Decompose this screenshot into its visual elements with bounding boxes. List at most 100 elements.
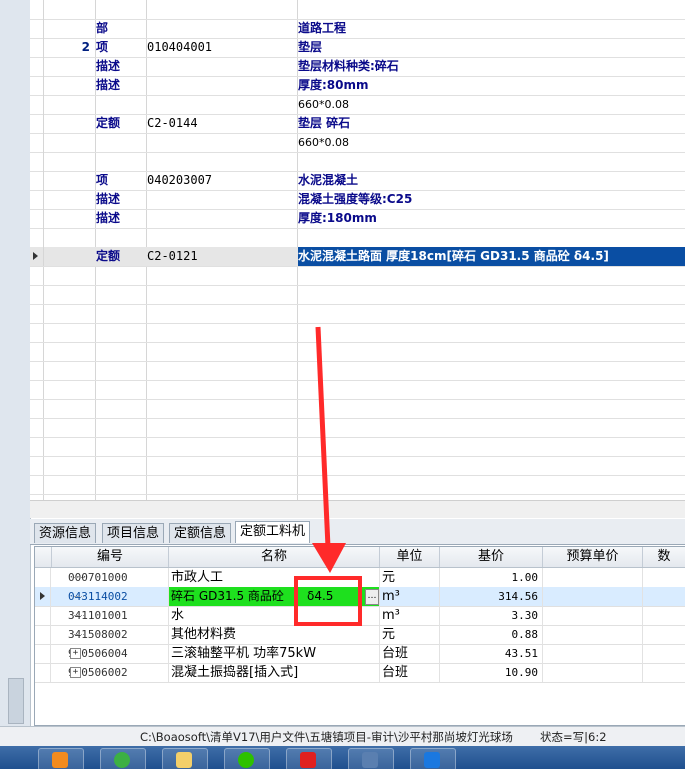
row-selector[interactable] — [30, 247, 44, 266]
material-code[interactable]: 000701000 — [52, 568, 169, 587]
row-selector[interactable] — [35, 625, 51, 644]
header-base-price[interactable]: 基价 — [440, 547, 543, 567]
material-name[interactable]: 其他材料费 — [169, 625, 380, 644]
row-name[interactable]: 厚度:180mm — [298, 209, 685, 228]
row-name[interactable]: 道路工程 — [298, 19, 685, 38]
row-selector[interactable] — [35, 644, 51, 663]
row-number[interactable] — [44, 133, 94, 152]
row-name[interactable]: 水泥混凝土 — [298, 171, 685, 190]
row-type[interactable]: 描述 — [96, 209, 146, 228]
bill-row[interactable]: 描述 垫层材料种类:碎石 — [30, 57, 685, 77]
row-selector[interactable] — [30, 152, 44, 171]
media-player-icon[interactable] — [38, 748, 84, 771]
bill-row[interactable]: 定额 C2-0144 垫层 碎石 — [30, 114, 685, 134]
bill-row[interactable]: 660*0.08 — [30, 95, 685, 115]
row-code[interactable] — [147, 57, 297, 76]
material-quantity[interactable] — [643, 587, 685, 606]
row-name[interactable]: 垫层 碎石 — [298, 114, 685, 133]
wechat-icon[interactable] — [224, 748, 270, 771]
row-type[interactable]: 描述 — [96, 190, 146, 209]
row-selector[interactable] — [35, 568, 51, 587]
header-budget-price[interactable]: 预算单价 — [543, 547, 643, 567]
material-name[interactable]: 混凝土振捣器[插入式] — [169, 663, 380, 682]
material-code[interactable]: +990506002 — [52, 663, 169, 682]
bill-row[interactable]: 660*0.08 — [30, 133, 685, 153]
row-code[interactable] — [147, 95, 297, 114]
bill-row[interactable]: 项 040203007 水泥混凝土 — [30, 171, 685, 191]
row-code[interactable]: C2-0121 — [147, 247, 297, 266]
bill-row[interactable] — [30, 266, 685, 286]
row-number[interactable]: 2 — [44, 38, 94, 57]
material-row[interactable]: +990506002 混凝土振捣器[插入式] 台班 10.90 — [35, 663, 685, 683]
row-name[interactable] — [298, 152, 685, 171]
row-name[interactable]: 660*0.08 — [298, 133, 685, 152]
material-base-price[interactable]: 0.88 — [440, 625, 543, 644]
bill-row[interactable]: 2 项 010404001 垫层 — [30, 38, 685, 58]
row-code[interactable] — [147, 133, 297, 152]
row-selector[interactable] — [35, 587, 51, 606]
row-type[interactable]: 部 — [96, 19, 146, 38]
material-base-price[interactable]: 3.30 — [440, 606, 543, 625]
row-selector[interactable] — [30, 38, 44, 57]
material-base-price[interactable]: 1.00 — [440, 568, 543, 587]
row-selector[interactable] — [30, 209, 44, 228]
bill-row[interactable]: 描述 厚度:180mm — [30, 209, 685, 229]
row-selector[interactable] — [30, 133, 44, 152]
bill-row[interactable]: 定额 C2-0121 水泥混凝土路面 厚度18cm[碎石 GD31.5 商品砼 δ4… — [30, 247, 685, 267]
row-type[interactable] — [96, 95, 146, 114]
browser-icon[interactable] — [100, 748, 146, 771]
material-quantity[interactable] — [643, 625, 685, 644]
row-type[interactable]: 描述 — [96, 76, 146, 95]
material-row[interactable]: +990506004 三滚轴整平机 功率75kW 台班 43.51 — [35, 644, 685, 664]
row-type[interactable]: 定额 — [96, 247, 146, 266]
material-quantity[interactable] — [643, 663, 685, 682]
row-selector[interactable] — [30, 228, 44, 247]
row-code[interactable]: 010404001 — [147, 38, 297, 57]
row-name[interactable]: 水泥混凝土路面 厚度18cm[碎石 GD31.5 商品砼 δ4.5] — [298, 247, 685, 266]
bill-row[interactable] — [30, 304, 685, 324]
material-code[interactable]: 341101001 — [52, 606, 169, 625]
row-type[interactable] — [96, 228, 146, 247]
header-unit[interactable]: 单位 — [380, 547, 440, 567]
row-number[interactable] — [44, 57, 94, 76]
vertical-scroll-thumb[interactable] — [8, 678, 24, 724]
row-name[interactable]: 660*0.08 — [298, 95, 685, 114]
row-name[interactable]: 混凝土强度等级:C25 — [298, 190, 685, 209]
row-type[interactable] — [96, 133, 146, 152]
row-selector[interactable] — [30, 19, 44, 38]
bill-row[interactable] — [30, 0, 685, 20]
row-name[interactable] — [298, 228, 685, 247]
row-number[interactable] — [44, 171, 94, 190]
material-code[interactable]: 341508002 — [52, 625, 169, 644]
bill-row[interactable] — [30, 228, 685, 248]
row-code[interactable] — [147, 190, 297, 209]
row-code[interactable] — [147, 0, 297, 19]
material-unit[interactable]: 台班 — [380, 663, 440, 682]
row-type[interactable]: 定额 — [96, 114, 146, 133]
material-budget-price[interactable] — [543, 644, 643, 663]
row-code[interactable] — [147, 152, 297, 171]
row-number[interactable] — [44, 247, 94, 266]
tab-quota-info[interactable]: 定额信息 — [169, 523, 232, 543]
row-code[interactable] — [147, 228, 297, 247]
row-selector[interactable] — [30, 57, 44, 76]
row-code[interactable]: C2-0144 — [147, 114, 297, 133]
material-quantity[interactable] — [643, 644, 685, 663]
row-code[interactable] — [147, 209, 297, 228]
material-budget-price[interactable] — [543, 625, 643, 644]
row-code[interactable] — [147, 19, 297, 38]
material-name[interactable]: 三滚轴整平机 功率75kW — [169, 644, 380, 663]
app-red-icon[interactable] — [286, 748, 332, 771]
row-number[interactable] — [44, 228, 94, 247]
row-selector[interactable] — [30, 76, 44, 95]
row-number[interactable] — [44, 114, 94, 133]
row-number[interactable] — [44, 152, 94, 171]
tab-resource-info[interactable]: 资源信息 — [34, 523, 97, 543]
row-type[interactable] — [96, 0, 146, 19]
row-name[interactable] — [298, 0, 685, 19]
tab-quota-materials[interactable]: 定额工料机 — [235, 521, 311, 543]
row-code[interactable]: 040203007 — [147, 171, 297, 190]
row-code[interactable] — [147, 76, 297, 95]
row-type[interactable] — [96, 152, 146, 171]
row-type[interactable]: 项 — [96, 171, 146, 190]
